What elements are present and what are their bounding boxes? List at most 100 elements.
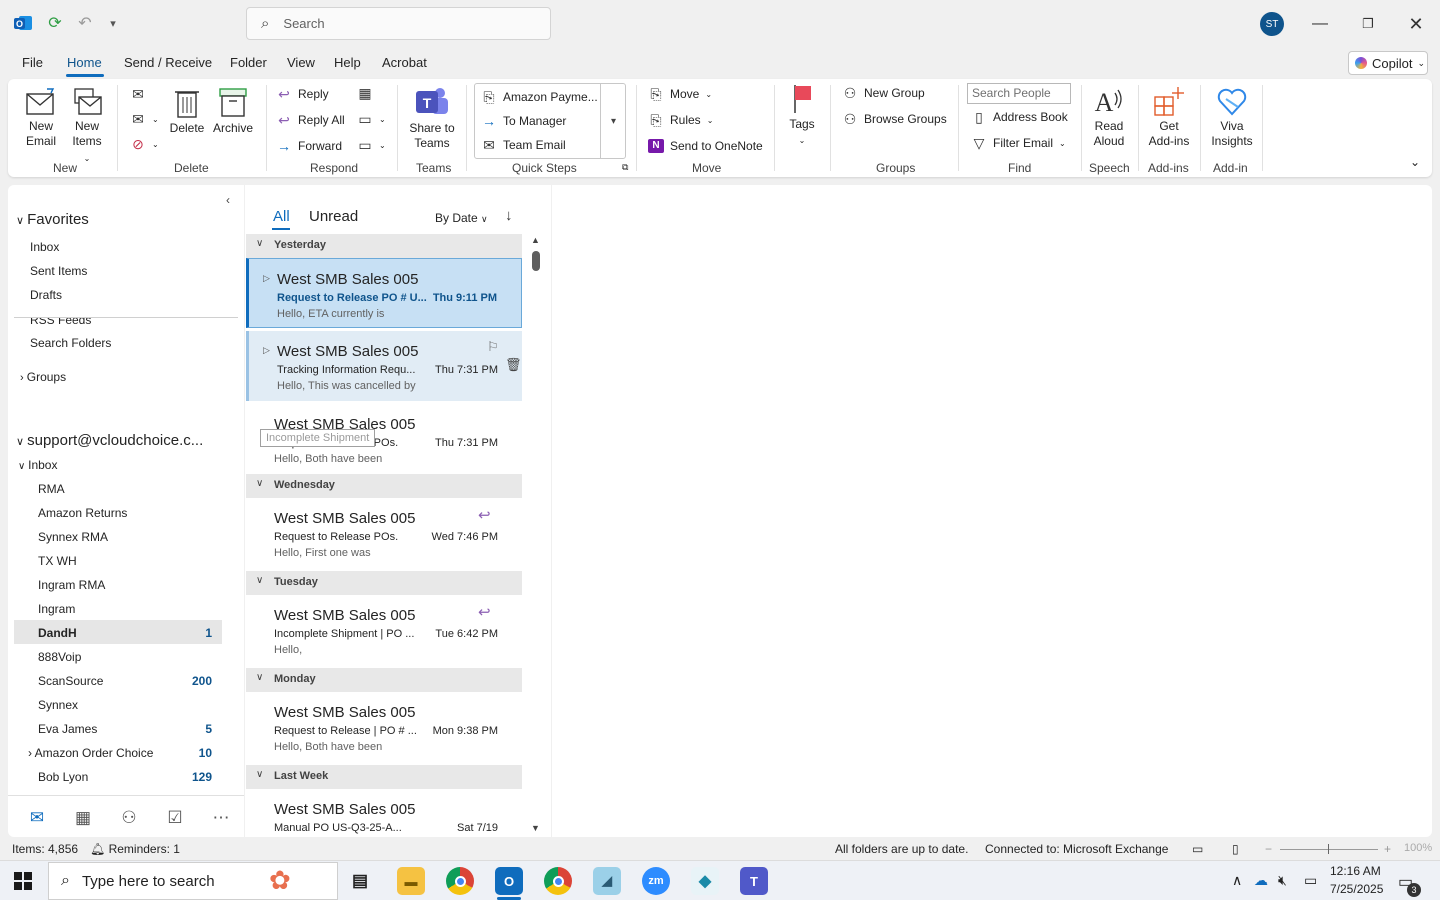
close-icon[interactable]: ✕ bbox=[1401, 10, 1431, 38]
cleanup-button[interactable]: ✉ ⌄ bbox=[130, 112, 159, 126]
filter-email-button[interactable]: ▽ Filter Email ⌄ bbox=[971, 136, 1066, 150]
junk-button[interactable]: ⊘ ⌄ bbox=[130, 137, 159, 151]
forward-button[interactable]: → Forward bbox=[276, 139, 342, 153]
network-icon[interactable]: ▭ bbox=[1304, 872, 1317, 889]
new-email-button[interactable]: New Email bbox=[24, 87, 58, 149]
menu-folder[interactable]: Folder bbox=[230, 55, 267, 70]
group-header-yesterday[interactable]: ∨ Yesterday bbox=[246, 234, 522, 258]
menu-home[interactable]: Home bbox=[67, 55, 102, 70]
teams-taskbar-icon[interactable]: T bbox=[740, 867, 768, 895]
menu-file[interactable]: File bbox=[22, 55, 43, 70]
message-item[interactable]: ▷ West SMB Sales 005 ⚐ Tracking Informat… bbox=[246, 331, 522, 401]
expand-thread-icon[interactable]: ▷ bbox=[263, 345, 270, 356]
undo-icon[interactable]: ↶ bbox=[74, 12, 96, 34]
message-item[interactable]: West SMB Sales 005 Request to Release | … bbox=[246, 692, 522, 762]
scroll-down-icon[interactable]: ▼ bbox=[531, 823, 540, 833]
menu-view[interactable]: View bbox=[287, 55, 315, 70]
tags-button[interactable]: Tags ⌄ bbox=[786, 83, 818, 148]
zoom-slider[interactable] bbox=[1280, 849, 1378, 850]
sidebar-item-folder[interactable]: Eva James bbox=[38, 722, 97, 736]
message-item[interactable]: West SMB Sales 005 Manual PO US-Q3-25-A.… bbox=[246, 789, 522, 837]
more-apps-icon[interactable]: ⋯ bbox=[210, 808, 232, 828]
group-header-tuesday[interactable]: ∨ Tuesday bbox=[246, 571, 522, 595]
reminders-button[interactable]: 🔔︎ Reminders: 1 bbox=[90, 842, 180, 856]
browse-groups-button[interactable]: ⚇ Browse Groups bbox=[842, 112, 947, 126]
new-group-button[interactable]: ⚇ New Group bbox=[842, 86, 925, 100]
chevron-up-icon[interactable]: ∧ bbox=[1232, 872, 1242, 889]
clock-time[interactable]: 12:16 AM bbox=[1330, 864, 1381, 878]
quick-step-amazon[interactable]: ⎘ Amazon Payme... bbox=[481, 90, 597, 104]
flag-icon[interactable]: ⚐ bbox=[487, 339, 499, 355]
quick-steps-launcher-icon[interactable]: ⧉ bbox=[622, 162, 628, 173]
sidebar-item-folder[interactable]: Synnex bbox=[38, 698, 78, 712]
read-aloud-button[interactable]: A Read Aloud bbox=[1090, 85, 1128, 149]
task-view-icon[interactable]: ▤ bbox=[346, 867, 374, 895]
sidebar-item-folder[interactable]: ScanSource bbox=[38, 674, 103, 688]
sort-direction-icon[interactable]: ↓ bbox=[505, 207, 513, 224]
chrome-profile-icon[interactable] bbox=[544, 867, 572, 895]
folder-inbox[interactable]: ∨ Inbox bbox=[18, 458, 57, 472]
search-input[interactable]: ⌕ Search bbox=[246, 7, 551, 40]
list-scrollbar[interactable]: ▲ ▼ bbox=[528, 235, 544, 835]
calendar-icon[interactable]: ▦ bbox=[72, 808, 94, 828]
trash-icon[interactable]: 🗑 bbox=[505, 357, 522, 373]
collapse-pane-icon[interactable]: ‹ bbox=[226, 193, 230, 207]
reading-view-icon[interactable]: ▯ bbox=[1232, 842, 1239, 856]
restore-icon[interactable]: ❐ bbox=[1353, 10, 1383, 38]
delete-button[interactable]: Delete bbox=[168, 87, 206, 136]
outlook-taskbar-icon[interactable]: O bbox=[495, 867, 523, 895]
zoom-app-icon[interactable]: zm bbox=[642, 867, 670, 895]
tab-all[interactable]: All bbox=[273, 208, 290, 225]
minimize-icon[interactable]: — bbox=[1305, 10, 1335, 38]
expand-thread-icon[interactable]: ▷ bbox=[263, 273, 270, 284]
send-to-onenote-button[interactable]: N Send to OneNote bbox=[648, 139, 763, 153]
zoom-in-icon[interactable]: + bbox=[1384, 842, 1391, 856]
menu-acrobat[interactable]: Acrobat bbox=[382, 55, 427, 70]
app-icon[interactable]: ◢ bbox=[593, 867, 621, 895]
reply-button[interactable]: ↩ Reply bbox=[276, 87, 329, 101]
zoom-slider-thumb[interactable] bbox=[1328, 844, 1329, 854]
copilot-button[interactable]: Copilot ⌄ bbox=[1348, 51, 1428, 75]
ribbon-collapse-icon[interactable]: ⌄ bbox=[1410, 155, 1420, 169]
meeting-button[interactable]: ▦ bbox=[357, 86, 373, 100]
more-respond-button[interactable]: ▭ ⌄ bbox=[357, 138, 385, 152]
zoom-level[interactable]: 100% bbox=[1404, 842, 1432, 854]
people-icon[interactable]: ⚇ bbox=[118, 808, 140, 828]
file-explorer-icon[interactable]: ▬ bbox=[397, 867, 425, 895]
folder-search-folders[interactable]: Search Folders bbox=[30, 336, 111, 350]
volume-muted-icon[interactable]: 🔇︎ bbox=[1278, 872, 1287, 889]
sort-by-dropdown[interactable]: By Date ∨ bbox=[435, 211, 488, 225]
sidebar-item-folder[interactable]: › Amazon Order Choice bbox=[28, 746, 153, 760]
message-item[interactable]: West SMB Sales 005 ↩ Incomplete Shipment… bbox=[246, 595, 522, 665]
menu-help[interactable]: Help bbox=[334, 55, 361, 70]
sidebar-item-folder[interactable]: Bob Lyon bbox=[38, 770, 88, 784]
mail-icon[interactable]: ✉ bbox=[26, 808, 48, 828]
new-items-button[interactable]: New Items ⌄ bbox=[68, 87, 106, 166]
quick-steps-more-button[interactable]: ▾ bbox=[600, 84, 626, 158]
group-header-last-week[interactable]: ∨ Last Week bbox=[246, 765, 522, 789]
zoom-out-icon[interactable]: − bbox=[1265, 842, 1272, 856]
sync-icon[interactable]: ⟳ bbox=[44, 12, 66, 34]
sidebar-item-folder[interactable]: RMA bbox=[38, 482, 65, 496]
viva-insights-button[interactable]: Viva Insights bbox=[1210, 85, 1254, 149]
folder-favorites-inbox[interactable]: Inbox bbox=[30, 240, 59, 254]
sidebar-item-folder[interactable]: Synnex RMA bbox=[38, 530, 108, 544]
tab-unread[interactable]: Unread bbox=[309, 208, 358, 225]
im-button[interactable]: ▭ ⌄ bbox=[357, 112, 385, 126]
app-icon[interactable]: ◆ bbox=[691, 867, 719, 895]
group-header-monday[interactable]: ∨ Monday bbox=[246, 668, 522, 692]
folder-favorites-sent[interactable]: Sent Items bbox=[30, 264, 87, 278]
rules-button[interactable]: ⎘ Rules ⌄ bbox=[648, 113, 713, 127]
sidebar-item-folder[interactable]: DandH bbox=[38, 626, 77, 640]
archive-button[interactable]: Archive bbox=[210, 87, 256, 136]
avatar[interactable]: ST bbox=[1260, 12, 1284, 36]
search-people-input[interactable]: Search People bbox=[967, 83, 1071, 104]
quick-step-to-manager[interactable]: → To Manager bbox=[481, 114, 566, 128]
folder-favorites-drafts[interactable]: Drafts bbox=[30, 288, 62, 302]
quick-step-team-email[interactable]: ✉ Team Email bbox=[481, 138, 566, 152]
chrome-icon[interactable] bbox=[446, 867, 474, 895]
sidebar-item-folder[interactable]: TX WH bbox=[38, 554, 77, 568]
message-item[interactable]: ▷ West SMB Sales 005 Request to Release … bbox=[246, 258, 522, 328]
onedrive-icon[interactable]: ☁ bbox=[1254, 872, 1268, 889]
clock-date[interactable]: 7/25/2025 bbox=[1330, 882, 1383, 896]
